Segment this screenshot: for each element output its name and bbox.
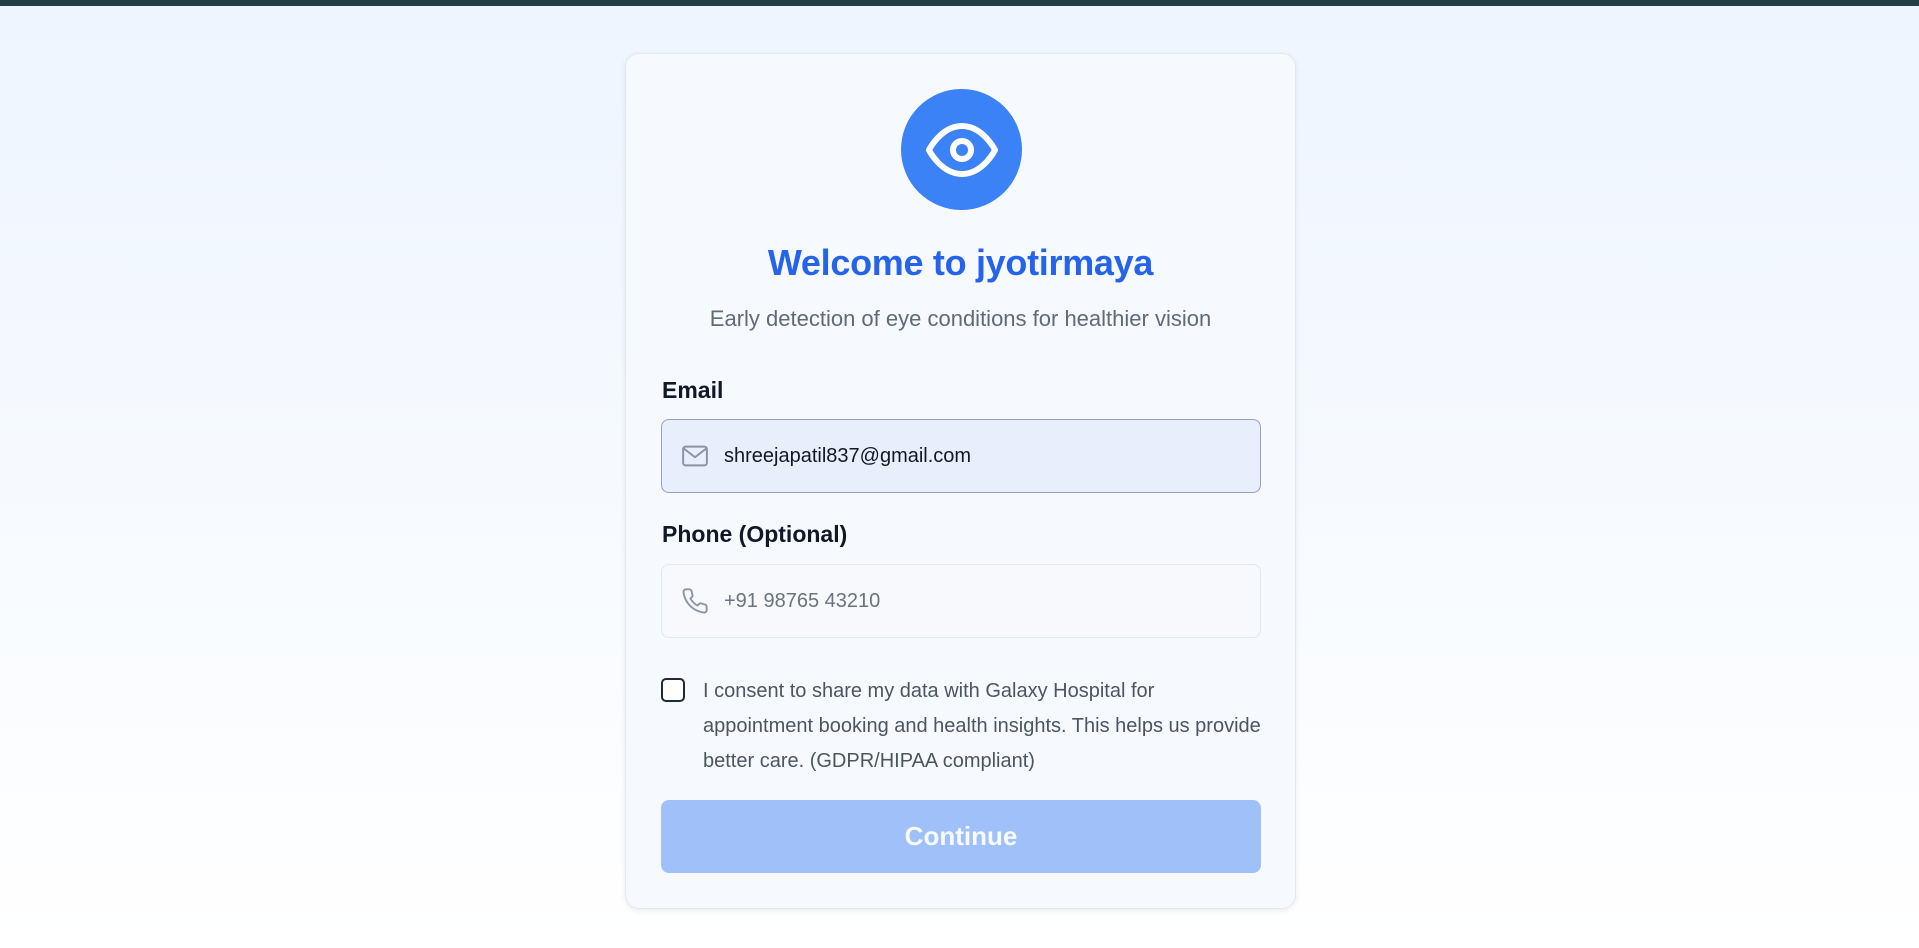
consent-text: I consent to share my data with Galaxy H… [703,680,1261,772]
mail-icon [680,441,710,471]
email-label: Email [662,377,724,403]
eye-icon [925,122,998,177]
consent-row: I consent to share my data with Galaxy H… [661,674,1261,779]
page-subtitle: Early detection of eye conditions for he… [709,306,1212,331]
app-logo [901,89,1022,210]
signup-card: Welcome to jyotirmaya Early detection of… [625,53,1296,909]
phone-icon [680,586,710,616]
email-field[interactable] [661,419,1261,493]
continue-button[interactable]: Continue [661,800,1261,873]
phone-input[interactable] [724,589,1244,613]
phone-label: Phone (Optional) [662,521,848,547]
top-bar [0,0,1919,6]
page-title: Welcome to jyotirmaya [767,242,1154,283]
consent-checkbox[interactable] [661,678,685,702]
email-input[interactable] [724,444,1244,468]
phone-field[interactable] [661,564,1261,638]
